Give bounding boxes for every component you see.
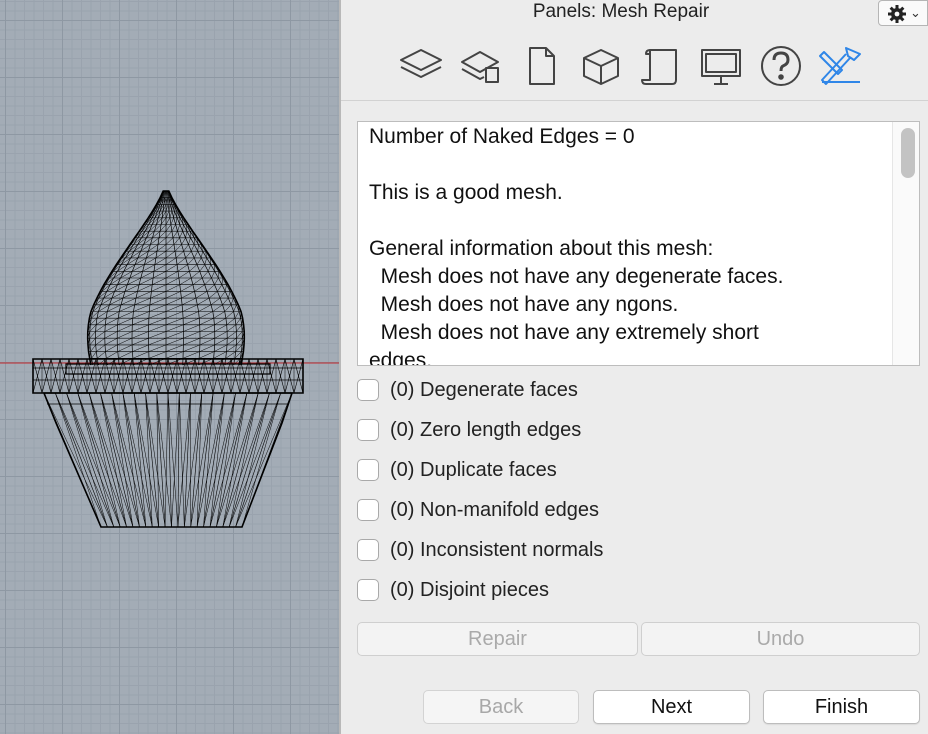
layers-icon[interactable] <box>396 42 446 90</box>
layer-states-icon[interactable] <box>456 42 506 90</box>
info-line: Mesh does not have any degenerate faces. <box>369 265 784 288</box>
check-label: (0) Duplicate faces <box>390 459 557 481</box>
gear-icon <box>888 5 906 23</box>
mesh-info-textbox[interactable]: Number of Naked Edges = 0 This is a good… <box>357 121 920 366</box>
checkbox[interactable] <box>357 459 379 481</box>
info-line: This is a good mesh. <box>369 181 563 204</box>
document-icon[interactable] <box>516 42 566 90</box>
notes-icon[interactable] <box>636 42 686 90</box>
mesh-repair-icon[interactable] <box>816 42 866 90</box>
front-viewport[interactable] <box>0 0 340 734</box>
info-line <box>369 207 889 235</box>
checkbox[interactable] <box>357 379 379 401</box>
finish-button[interactable]: Finish <box>763 690 920 724</box>
help-icon[interactable] <box>756 42 806 90</box>
checkbox[interactable] <box>357 579 379 601</box>
info-line: Number of Naked Edges = 0 <box>369 125 635 148</box>
scrollbar[interactable] <box>892 122 919 365</box>
back-button[interactable]: Back <box>423 690 579 724</box>
toolbar-divider <box>341 100 928 101</box>
info-line: Mesh does not have any ngons. <box>369 293 679 316</box>
info-line <box>369 151 889 179</box>
display-icon[interactable] <box>696 42 746 90</box>
checkbox[interactable] <box>357 499 379 521</box>
check-label: (0) Disjoint pieces <box>390 579 549 601</box>
check-label: (0) Degenerate faces <box>390 379 578 401</box>
info-line: edges. <box>369 349 433 366</box>
panel-title: Panels: Mesh Repair <box>532 1 710 22</box>
mesh-repair-panel: Panels: Mesh Repair ⌄ Number of Naked Ed… <box>341 0 928 734</box>
repair-button[interactable]: Repair <box>357 622 638 656</box>
info-line: General information about this mesh: <box>369 237 714 260</box>
checkbox[interactable] <box>357 419 379 441</box>
info-line: Mesh does not have any extremely short <box>369 321 759 344</box>
mesh-info-text: Number of Naked Edges = 0 This is a good… <box>369 123 889 366</box>
checkbox[interactable] <box>357 539 379 561</box>
cupcake-mesh-wireframe[interactable] <box>0 0 340 734</box>
scrollbar-thumb[interactable] <box>901 128 915 178</box>
panel-options-button[interactable]: ⌄ <box>878 0 928 26</box>
check-label: (0) Non-manifold edges <box>390 499 599 521</box>
chevron-down-icon: ⌄ <box>910 5 921 20</box>
next-button[interactable]: Next <box>593 690 750 724</box>
check-label: (0) Inconsistent normals <box>390 539 604 561</box>
check-label: (0) Zero length edges <box>390 419 582 441</box>
object-properties-icon[interactable] <box>576 42 626 90</box>
undo-button[interactable]: Undo <box>641 622 920 656</box>
